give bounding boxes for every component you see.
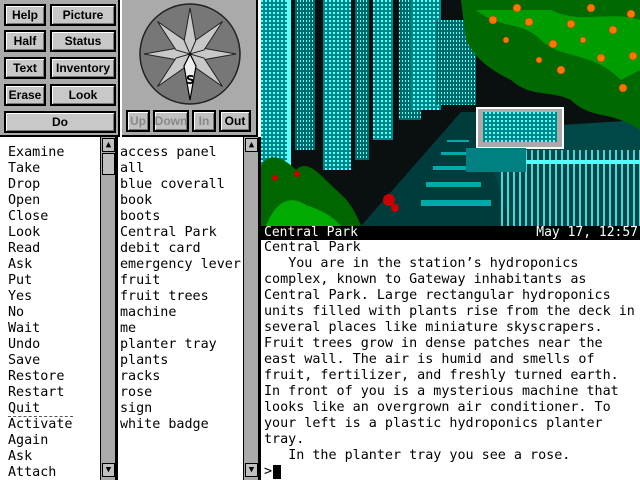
verb-item[interactable]: No: [8, 305, 73, 321]
room-heading: Central Park: [264, 240, 361, 255]
verb-item[interactable]: Yes: [8, 289, 73, 305]
scroll-up-arrow-icon[interactable]: ▲: [245, 138, 258, 152]
verb-item[interactable]: Activate: [8, 417, 73, 433]
noun-item[interactable]: machine: [120, 305, 241, 321]
noun-item[interactable]: racks: [120, 369, 241, 385]
noun-scrollbar[interactable]: ▲ ▼: [243, 137, 259, 480]
verb-scrollbar[interactable]: ▲ ▼: [100, 137, 116, 480]
verb-item[interactable]: Take: [8, 161, 73, 177]
noun-item[interactable]: sign: [120, 401, 241, 417]
noun-item[interactable]: emergency lever: [120, 257, 241, 273]
scroll-thumb[interactable]: [102, 153, 115, 175]
compass-rose-icon[interactable]: S: [124, 2, 256, 108]
inventory-button[interactable]: Inventory: [50, 57, 116, 79]
noun-item[interactable]: rose: [120, 385, 241, 401]
up-button[interactable]: Up: [126, 110, 150, 132]
verb-item[interactable]: Again: [8, 433, 73, 449]
command-input[interactable]: >: [264, 464, 282, 480]
compass-panel: S Up Down In Out: [122, 0, 258, 137]
out-button[interactable]: Out: [219, 110, 251, 132]
narrative-text-pane: Central Park You are in the station’s hy…: [261, 240, 640, 480]
verb-item[interactable]: Quit: [8, 401, 73, 417]
location-name: Central Park: [264, 225, 358, 240]
status-button[interactable]: Status: [50, 30, 116, 52]
noun-list[interactable]: access panel all blue coverall book boot…: [120, 145, 241, 433]
game-window: Help Picture Half Status Text Inventory …: [0, 0, 640, 480]
noun-item[interactable]: white badge: [120, 417, 241, 433]
noun-item[interactable]: planter tray: [120, 337, 241, 353]
room-contents: In the planter tray you see a rose.: [264, 448, 571, 463]
noun-item[interactable]: boots: [120, 209, 241, 225]
in-button[interactable]: In: [192, 110, 216, 132]
noun-item[interactable]: Central Park: [120, 225, 241, 241]
scene-image[interactable]: [261, 0, 640, 226]
picture-button[interactable]: Picture: [50, 4, 116, 26]
game-datetime: May 17, 12:57: [536, 225, 638, 240]
do-button[interactable]: Do: [4, 111, 116, 133]
hydroponics-scene-illustration: [261, 0, 640, 226]
verb-item[interactable]: Wait: [8, 321, 73, 337]
scroll-up-arrow-icon[interactable]: ▲: [102, 138, 115, 152]
verb-list[interactable]: Examine Take Drop Open Close Look Read A…: [8, 145, 73, 480]
verb-item[interactable]: Look: [8, 225, 73, 241]
verb-item[interactable]: Drop: [8, 177, 73, 193]
verb-list-panel: Examine Take Drop Open Close Look Read A…: [0, 137, 118, 480]
verb-item[interactable]: Save: [8, 353, 73, 369]
noun-item[interactable]: book: [120, 193, 241, 209]
verb-item[interactable]: Read: [8, 241, 73, 257]
text-cursor: [273, 465, 282, 479]
scroll-down-arrow-icon[interactable]: ▼: [245, 463, 258, 477]
noun-item[interactable]: all: [120, 161, 241, 177]
verb-item[interactable]: Put: [8, 273, 73, 289]
verb-item[interactable]: Restore: [8, 369, 73, 385]
verb-item[interactable]: Close: [8, 209, 73, 225]
verb-item[interactable]: Ask: [8, 257, 73, 273]
verb-item[interactable]: Undo: [8, 337, 73, 353]
text-button[interactable]: Text: [4, 57, 46, 79]
room-description: You are in the station’s hydroponics com…: [264, 256, 635, 447]
noun-item[interactable]: debit card: [120, 241, 241, 257]
noun-item[interactable]: me: [120, 321, 241, 337]
verb-item[interactable]: Restart: [8, 385, 73, 401]
noun-list-panel: access panel all blue coverall book boot…: [118, 137, 261, 480]
verb-item[interactable]: Examine: [8, 145, 73, 161]
verb-item[interactable]: Open: [8, 193, 73, 209]
noun-item[interactable]: access panel: [120, 145, 241, 161]
compass-heading-label: S: [186, 73, 195, 87]
noun-item[interactable]: fruit trees: [120, 289, 241, 305]
erase-button[interactable]: Erase: [4, 84, 46, 106]
down-button[interactable]: Down: [153, 110, 189, 132]
prompt-symbol: >: [264, 464, 273, 479]
noun-item[interactable]: plants: [120, 353, 241, 369]
command-button-panel: Help Picture Half Status Text Inventory …: [0, 0, 120, 137]
verb-item[interactable]: Ask: [8, 449, 73, 465]
help-button[interactable]: Help: [4, 4, 46, 26]
half-button[interactable]: Half: [4, 30, 46, 52]
noun-item[interactable]: blue coverall: [120, 177, 241, 193]
verb-item[interactable]: Attach: [8, 465, 73, 480]
status-bar: Central Park May 17, 12:57: [261, 226, 640, 240]
scroll-down-arrow-icon[interactable]: ▼: [102, 463, 115, 477]
look-button[interactable]: Look: [50, 84, 116, 106]
noun-item[interactable]: fruit: [120, 273, 241, 289]
